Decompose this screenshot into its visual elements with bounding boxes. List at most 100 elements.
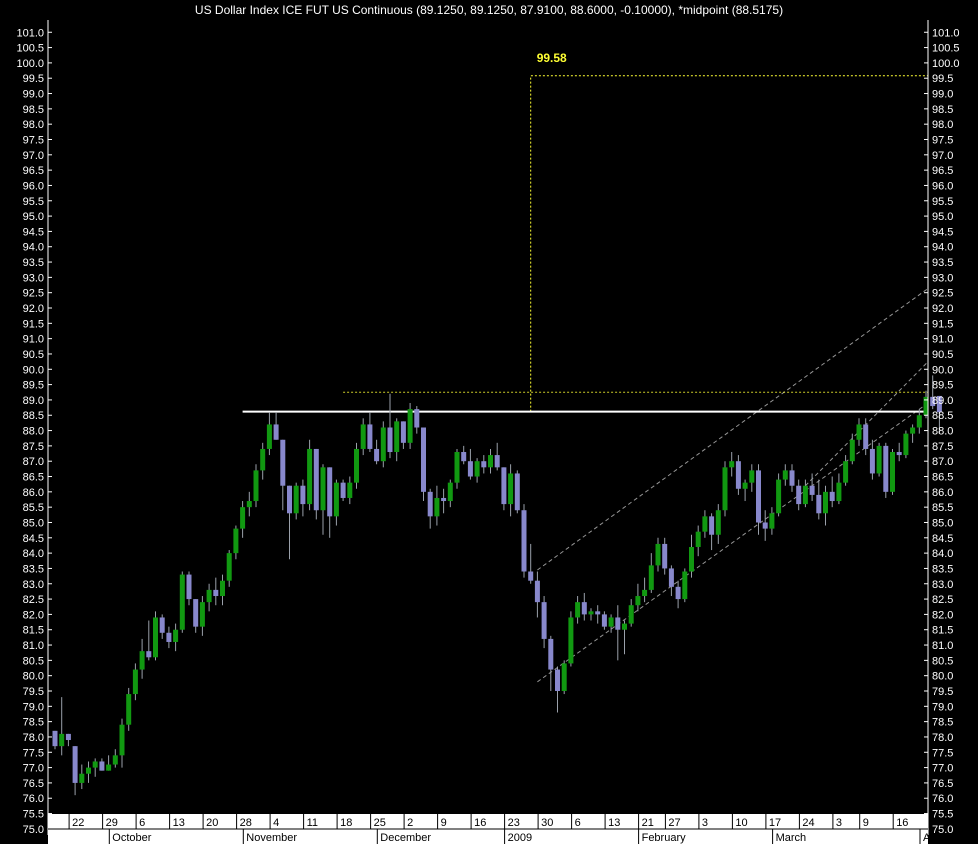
candle-body <box>575 602 581 618</box>
y-tick-label-right: 86.5 <box>932 472 953 484</box>
candle-body <box>581 602 587 615</box>
x-day-label: 6 <box>575 817 581 829</box>
y-tick-label-left: 100.0 <box>16 58 44 70</box>
candle-body <box>722 467 728 511</box>
candle-body <box>702 516 708 532</box>
y-tick-label-right: 78.0 <box>932 732 953 744</box>
y-tick-label-right: 84.0 <box>932 548 953 560</box>
y-tick-label-left: 82.5 <box>23 594 44 606</box>
x-axis: 22 29 6 13 20 28 4 11 18 25 2 9 16 23 30 6 13 21 27 3 10 17 24… <box>48 814 943 844</box>
x-day-label: 25 <box>374 817 386 829</box>
candle <box>568 611 574 667</box>
candle-body <box>668 568 674 587</box>
candle-body <box>501 467 507 505</box>
candle-body <box>588 611 594 615</box>
y-tick-label-left: 85.5 <box>23 502 44 514</box>
candle-body <box>528 571 534 581</box>
candle-body <box>916 415 922 428</box>
y-tick-label-left: 99.0 <box>23 89 44 101</box>
y-tick-label-left: 95.0 <box>23 211 44 223</box>
candle-body <box>233 528 239 554</box>
y-tick-label-right: 85.5 <box>932 502 953 514</box>
candle-body <box>380 427 386 462</box>
y-tick-label-right: 81.0 <box>932 640 953 652</box>
x-day-label: 2 <box>407 817 413 829</box>
y-tick-label-right: 89.0 <box>932 395 953 407</box>
candle-body <box>394 421 400 453</box>
y-tick-label-left: 80.5 <box>23 655 44 667</box>
candle-body <box>903 433 909 456</box>
candle-body <box>347 482 353 498</box>
candle-body <box>548 638 554 670</box>
candle-body <box>79 773 85 783</box>
y-tick-label-left: 78.0 <box>23 732 44 744</box>
candle-body <box>300 485 306 505</box>
candle-body <box>561 663 567 691</box>
candle-body <box>642 589 648 597</box>
candle-body <box>829 491 835 502</box>
x-month-label: Apri <box>923 832 943 844</box>
candle-body <box>715 510 721 535</box>
candle-body <box>689 546 694 572</box>
candle-body <box>206 589 212 603</box>
candle-body <box>648 565 654 590</box>
candle-body <box>467 461 473 477</box>
candle <box>153 611 158 661</box>
y-tick-label-left: 83.0 <box>23 579 44 591</box>
y-tick-label-right: 75.5 <box>932 809 953 821</box>
candle-body <box>387 427 393 453</box>
candle-body <box>742 482 748 489</box>
target-label: 99.58 <box>537 51 567 65</box>
candle <box>514 470 520 514</box>
y-tick-label-left: 92.0 <box>23 303 44 315</box>
candle-body <box>662 543 668 569</box>
y-tick-label-left: 97.0 <box>23 150 44 162</box>
candle-body <box>159 617 165 633</box>
candle-body <box>146 651 152 658</box>
y-tick-label-left: 98.5 <box>23 104 44 116</box>
y-tick-label-right: 76.0 <box>932 793 953 805</box>
y-tick-label-right: 98.0 <box>932 119 953 131</box>
candle-body <box>856 424 862 440</box>
candle-body <box>333 482 339 517</box>
x-day-label: 27 <box>668 817 680 829</box>
y-tick-label-left: 89.5 <box>23 380 44 392</box>
candle-body <box>595 611 601 615</box>
y-tick-label-right: 100.0 <box>932 58 960 70</box>
candle-body <box>59 733 65 747</box>
y-tick-label-left: 93.0 <box>23 272 44 284</box>
y-tick-label-right: 78.5 <box>932 717 953 729</box>
candle-body <box>782 470 788 480</box>
y-tick-label-right: 95.0 <box>932 211 953 223</box>
candle <box>179 571 185 633</box>
candle-body <box>166 632 172 642</box>
y-tick-label-right: 77.5 <box>932 747 953 759</box>
y-tick-label-left: 87.0 <box>23 456 44 468</box>
x-day-label: 16 <box>896 817 908 829</box>
candle-body <box>568 617 574 664</box>
x-day-label: 24 <box>802 817 814 829</box>
candle <box>313 448 319 520</box>
candle-body <box>608 617 614 627</box>
y-tick-label-left: 78.5 <box>23 717 44 729</box>
y-tick-label-right: 101.0 <box>932 27 960 39</box>
candle-body <box>132 669 138 695</box>
x-day-label: 30 <box>541 817 553 829</box>
candle-body <box>374 448 380 462</box>
y-tick-label-left: 96.0 <box>23 180 44 192</box>
x-day-label: 10 <box>735 817 747 829</box>
y-tick-label-right: 80.0 <box>932 671 953 683</box>
y-tick-label-left: 82.0 <box>23 609 44 621</box>
y-tick-label-left: 85.0 <box>23 517 44 529</box>
plot-background <box>0 0 978 844</box>
candle-body <box>246 501 252 508</box>
y-tick-label-right: 76.5 <box>932 778 953 790</box>
candle <box>682 568 688 603</box>
candle-body <box>260 448 266 471</box>
candle-body <box>863 424 869 449</box>
y-tick-label-right: 88.5 <box>932 410 953 422</box>
candle-body <box>508 473 514 505</box>
candle-body <box>735 461 741 489</box>
candle-body <box>823 491 828 514</box>
y-tick-label-right: 83.0 <box>932 579 953 591</box>
